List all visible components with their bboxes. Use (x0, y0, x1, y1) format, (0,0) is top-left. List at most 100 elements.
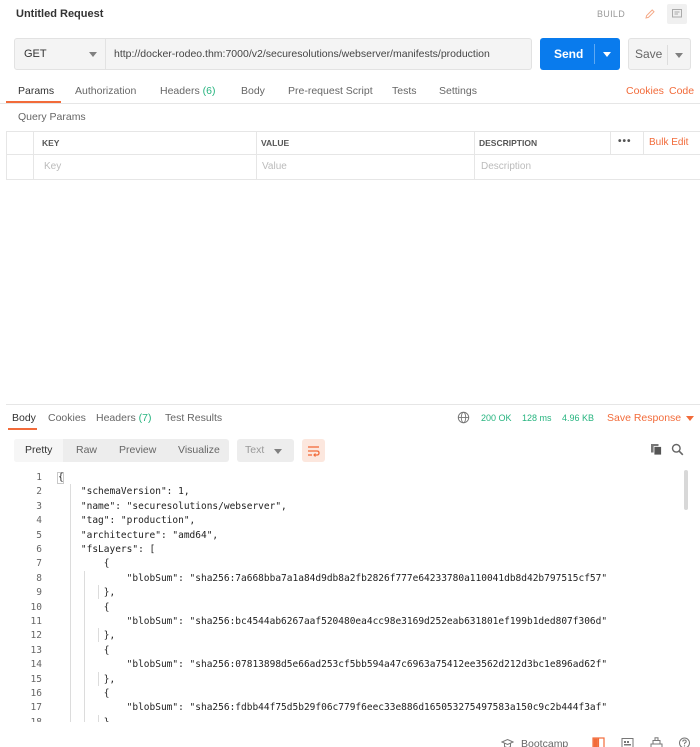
request-title[interactable]: Untitled Request (16, 8, 103, 20)
code-text: { (58, 472, 64, 483)
request-header: Untitled Request BUILD (0, 0, 700, 30)
code-text: }, (58, 587, 116, 599)
view-raw-button[interactable]: Raw (76, 439, 97, 462)
status-code[interactable]: 200 OK (481, 413, 512, 423)
params-table: KEY VALUE DESCRIPTION ••• Bulk Edit Key … (6, 131, 700, 180)
col-value-header: VALUE (261, 138, 290, 148)
line-number: 3 (36, 500, 42, 512)
wrap-lines-button[interactable] (302, 439, 325, 462)
view-preview-button[interactable]: Preview (119, 439, 156, 462)
more-options-icon[interactable]: ••• (618, 129, 638, 153)
tab-response-headers-count: (7) (138, 412, 152, 424)
send-button[interactable]: Send (540, 38, 620, 70)
tab-params[interactable]: Params (18, 85, 54, 97)
line-number: 2 (36, 486, 42, 498)
send-options-chevron-icon[interactable] (603, 52, 611, 57)
line-number: 11 (30, 616, 42, 627)
save-response-button[interactable]: Save Response (607, 412, 695, 424)
code-text: "schemaVersion": 1, (58, 486, 190, 498)
code-text: "name": "securesolutions/webserver", (58, 500, 287, 512)
chevron-down-icon (274, 449, 282, 454)
code-line: 4 "tag": "production", (0, 514, 680, 528)
line-number: 12 (30, 630, 42, 642)
active-tab-indicator (8, 428, 37, 430)
code-text: "blobSum": "sha256:7a668bba7a1a84d9db8a2… (58, 572, 608, 584)
line-number: 4 (36, 515, 42, 527)
code-link[interactable]: Code (669, 85, 694, 97)
code-line: 3 "name": "securesolutions/webserver", (0, 500, 680, 514)
line-number: 6 (36, 544, 42, 555)
response-size[interactable]: 4.96 KB (562, 413, 594, 423)
keyboard-shortcuts-icon[interactable] (621, 737, 634, 747)
send-divider (594, 44, 595, 64)
comments-icon[interactable] (667, 4, 687, 24)
code-line: 15 }, (0, 673, 680, 687)
url-input[interactable]: http://docker-rodeo.thm:7000/v2/secureso… (106, 38, 532, 70)
browse-icon[interactable] (650, 737, 663, 747)
edit-icon[interactable] (640, 4, 660, 24)
chevron-down-icon (89, 52, 97, 57)
tab-prerequest-script[interactable]: Pre-request Script (288, 85, 373, 97)
tab-headers[interactable]: Headers (6) (160, 85, 215, 97)
col-divider (256, 131, 257, 180)
bootcamp-link[interactable]: Bootcamp (521, 738, 568, 747)
code-text: "architecture": "amd64", (58, 529, 219, 541)
tab-response-headers-label: Headers (96, 412, 136, 424)
col-key-header: KEY (42, 138, 60, 148)
view-visualize-button[interactable]: Visualize (178, 439, 220, 462)
view-pretty-button[interactable]: Pretty (14, 439, 63, 462)
tab-settings[interactable]: Settings (439, 85, 477, 97)
tab-test-results[interactable]: Test Results (165, 412, 222, 424)
cookies-link[interactable]: Cookies (626, 85, 664, 97)
code-line: 13 { (0, 644, 680, 658)
code-text: } (58, 716, 110, 722)
tab-response-body[interactable]: Body (12, 412, 36, 424)
response-tabs: Body Cookies Headers (7) Test Results 20… (0, 405, 700, 433)
save-options-chevron-icon[interactable] (675, 53, 683, 58)
vertical-scrollbar[interactable] (684, 470, 688, 510)
tab-response-cookies[interactable]: Cookies (48, 412, 86, 424)
active-tab-indicator (6, 101, 61, 103)
view-mode-group: Pretty Raw Preview Visualize (14, 439, 229, 462)
code-text: "fsLayers": [ (58, 544, 156, 555)
line-number: 1 (36, 472, 42, 483)
search-icon[interactable] (671, 443, 684, 456)
col-divider (643, 131, 644, 155)
code-line: 11 "blobSum": "sha256:bc4544ab6267aaf520… (0, 615, 680, 629)
chevron-down-icon (686, 415, 695, 421)
globe-icon[interactable] (457, 411, 470, 424)
tab-response-headers[interactable]: Headers (7) (96, 412, 151, 424)
value-input[interactable]: Value (262, 155, 462, 180)
line-number: 14 (30, 659, 42, 671)
save-button[interactable]: Save (628, 38, 691, 70)
two-pane-view-icon[interactable] (592, 737, 605, 747)
line-number: 16 (30, 688, 42, 699)
code-line: 2 "schemaVersion": 1, (0, 485, 680, 499)
code-text: }, (58, 673, 116, 685)
line-number: 17 (30, 702, 42, 714)
method-select[interactable]: GET (14, 38, 106, 70)
code-text: "blobSum": "sha256:07813898d5e66ad253cf5… (58, 659, 608, 671)
build-mode-label[interactable]: BUILD (597, 9, 625, 19)
copy-icon[interactable] (650, 443, 663, 456)
response-body-viewer[interactable]: 1{2 "schemaVersion": 1, 3 "name": "secure… (0, 470, 700, 722)
line-number: 15 (30, 673, 42, 685)
help-icon[interactable] (678, 737, 691, 747)
request-tabs: Params Authorization Headers (6) Body Pr… (0, 80, 700, 104)
tab-authorization[interactable]: Authorization (75, 85, 136, 97)
col-description-header: DESCRIPTION (479, 138, 538, 148)
tab-tests[interactable]: Tests (392, 85, 417, 97)
line-number: 7 (36, 558, 42, 570)
save-response-label: Save Response (607, 412, 682, 424)
status-bar: Bootcamp (0, 729, 700, 747)
response-time[interactable]: 128 ms (522, 413, 552, 423)
key-input[interactable]: Key (44, 155, 244, 180)
format-select[interactable]: Text (237, 439, 294, 462)
line-number: 5 (36, 529, 42, 541)
send-label: Send (554, 47, 584, 61)
code-line: 5 "architecture": "amd64", (0, 529, 680, 543)
line-number: 8 (36, 572, 42, 584)
bulk-edit-link[interactable]: Bulk Edit (649, 131, 699, 155)
description-input[interactable]: Description (481, 155, 681, 180)
tab-body[interactable]: Body (241, 85, 265, 97)
